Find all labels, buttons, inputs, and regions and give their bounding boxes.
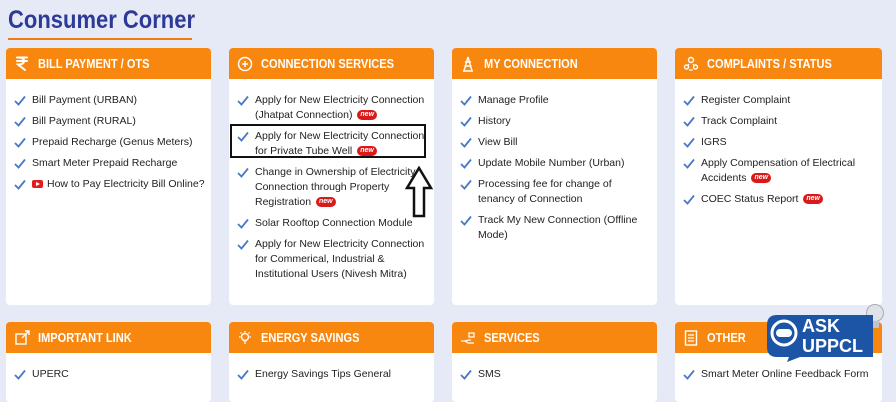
list-item[interactable]: View Bill bbox=[460, 135, 651, 150]
card-services: SERVICES SMS bbox=[452, 322, 657, 402]
check-icon bbox=[460, 179, 472, 190]
list-item[interactable]: Processing fee for change of tenancy of … bbox=[460, 177, 651, 207]
plug-icon bbox=[237, 56, 253, 72]
check-icon bbox=[460, 116, 472, 127]
list-item[interactable]: Update Mobile Number (Urban) bbox=[460, 156, 651, 171]
list-item[interactable]: Manage Profile bbox=[460, 93, 651, 108]
page-title: Consumer Corner bbox=[8, 6, 196, 34]
list-item[interactable]: COEC Status Report new bbox=[683, 192, 876, 207]
card-complaints-status: COMPLAINTS / STATUS Register Complaint T… bbox=[675, 48, 882, 305]
list-item[interactable]: Bill Payment (RURAL) bbox=[14, 114, 205, 129]
list-item[interactable]: Apply for New Electricity Connection (Jh… bbox=[237, 93, 428, 123]
list-item[interactable]: Smart Meter Prepaid Recharge bbox=[14, 156, 205, 171]
check-icon bbox=[683, 137, 695, 148]
card-header: ENERGY SAVINGS bbox=[229, 322, 434, 353]
card-energy-savings: ENERGY SAVINGS Energy Savings Tips Gener… bbox=[229, 322, 434, 402]
check-icon bbox=[237, 167, 249, 178]
list-item[interactable]: Register Complaint bbox=[683, 93, 876, 108]
card-header: IMPORTANT LINK bbox=[6, 322, 211, 353]
check-icon bbox=[460, 137, 472, 148]
card-header: CONNECTION SERVICES bbox=[229, 48, 434, 79]
list-item[interactable]: Change in Ownership of Electricity Conne… bbox=[237, 165, 428, 210]
new-badge: new bbox=[357, 110, 378, 121]
link-icon bbox=[14, 330, 30, 346]
check-icon bbox=[683, 116, 695, 127]
check-icon bbox=[237, 95, 249, 106]
check-icon bbox=[683, 194, 695, 205]
new-badge: new bbox=[315, 197, 336, 208]
document-icon bbox=[683, 329, 699, 346]
card-my-connection: MY CONNECTION Manage Profile History Vie… bbox=[452, 48, 657, 305]
list-item[interactable]: Bill Payment (URBAN) bbox=[14, 93, 205, 108]
up-arrow-icon bbox=[404, 165, 434, 223]
bulb-icon bbox=[237, 330, 253, 346]
list-item[interactable]: IGRS bbox=[683, 135, 876, 150]
card-important-link: IMPORTANT LINK UPERC bbox=[6, 322, 211, 402]
check-icon bbox=[460, 95, 472, 106]
list-item[interactable]: Apply for New Electricity Connection for… bbox=[237, 237, 428, 282]
check-icon bbox=[14, 158, 26, 169]
card-header: BILL PAYMENT / OTS bbox=[6, 48, 211, 79]
youtube-icon bbox=[32, 180, 43, 189]
people-icon bbox=[683, 56, 699, 72]
new-badge: new bbox=[803, 194, 823, 205]
tower-icon bbox=[460, 56, 476, 72]
title-underline bbox=[8, 38, 192, 40]
check-icon bbox=[14, 95, 26, 106]
list-item[interactable]: How to Pay Electricity Bill Online? bbox=[14, 177, 205, 192]
list-item[interactable]: History bbox=[460, 114, 651, 129]
card-header: SERVICES bbox=[452, 322, 657, 353]
check-icon bbox=[683, 95, 695, 106]
check-icon bbox=[14, 179, 26, 190]
hand-icon bbox=[460, 330, 476, 346]
list-item[interactable]: Prepaid Recharge (Genus Meters) bbox=[14, 135, 205, 150]
highlight-box bbox=[230, 124, 426, 158]
ask-uppcl-chatbot-button[interactable]: ASK UPPCL bbox=[765, 297, 896, 362]
chatbot-text-line2: UPPCL bbox=[802, 336, 863, 356]
check-icon bbox=[237, 239, 249, 250]
check-icon bbox=[237, 218, 249, 229]
card-header: COMPLAINTS / STATUS bbox=[675, 48, 882, 79]
rupee-icon bbox=[14, 56, 30, 72]
check-icon bbox=[460, 215, 472, 226]
check-icon bbox=[460, 158, 472, 169]
check-icon bbox=[683, 158, 695, 169]
list-item[interactable]: Solar Rooftop Connection Module bbox=[237, 216, 428, 231]
card-bill-payment: BILL PAYMENT / OTS Bill Payment (URBAN) … bbox=[6, 48, 211, 305]
list-item[interactable]: Track Complaint bbox=[683, 114, 876, 129]
card-header: MY CONNECTION bbox=[452, 48, 657, 79]
check-icon bbox=[14, 116, 26, 127]
check-icon bbox=[14, 137, 26, 148]
list-item[interactable]: Track My New Connection (Offline Mode) bbox=[460, 213, 651, 243]
list-item[interactable]: Apply Compensation of Electrical Acciden… bbox=[683, 156, 876, 186]
chatbot-text-line1: ASK bbox=[802, 316, 840, 336]
new-badge: new bbox=[751, 173, 772, 184]
